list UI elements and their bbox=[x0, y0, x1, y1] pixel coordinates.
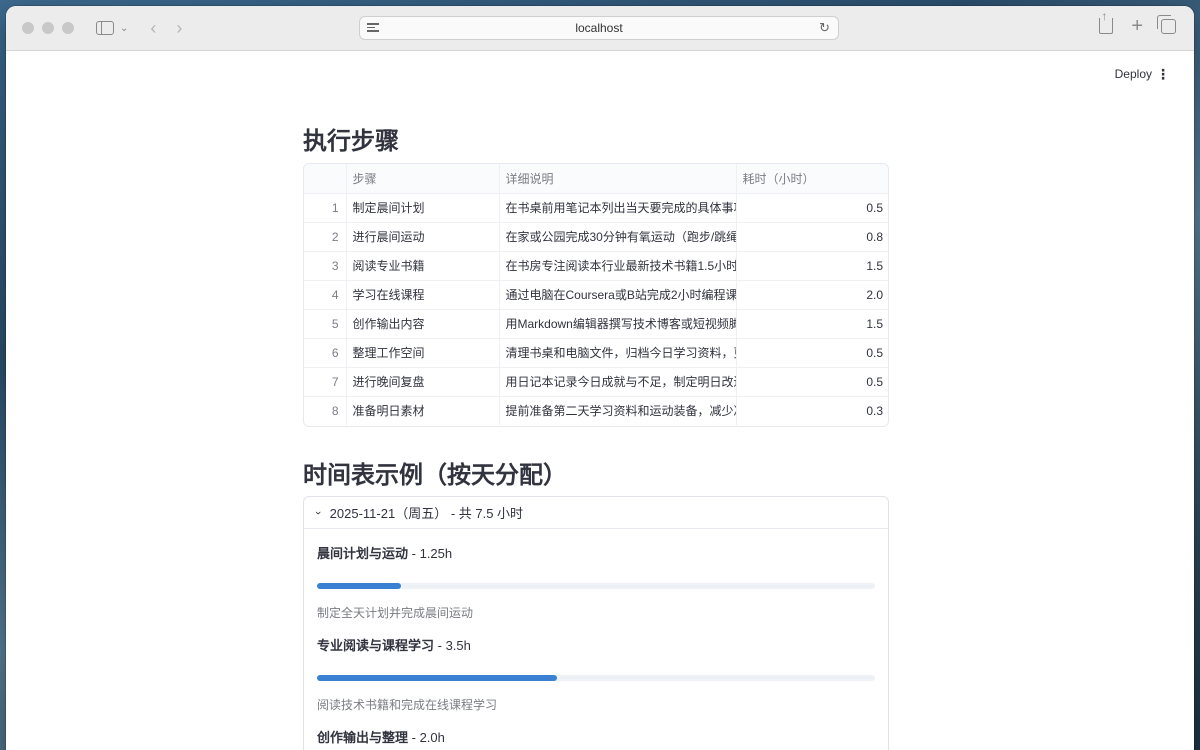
close-window-button[interactable] bbox=[22, 22, 34, 34]
tab-overview-icon[interactable] bbox=[1157, 14, 1176, 34]
detail-cell[interactable]: 通过电脑在Coursera或B站完成2小时编程课程 bbox=[499, 280, 737, 310]
step-cell[interactable]: 阅读专业书籍 bbox=[346, 251, 500, 281]
task-item: 创作输出与整理 - 2.0h bbox=[317, 727, 875, 746]
deploy-button[interactable]: Deploy bbox=[1115, 67, 1152, 81]
minimize-window-button[interactable] bbox=[42, 22, 54, 34]
row-index[interactable]: 1 bbox=[304, 193, 347, 223]
task-description: 制定全天计划并完成晨间运动 bbox=[317, 606, 474, 620]
task-name: 创作输出与整理 bbox=[317, 730, 409, 745]
task-hours: - 1.25h bbox=[408, 546, 453, 561]
step-cell[interactable]: 学习在线课程 bbox=[346, 280, 500, 310]
reload-icon[interactable]: ↻ bbox=[819, 20, 830, 36]
task-title: 晨间计划与运动 - 1.25h bbox=[317, 543, 875, 562]
column-header-hours[interactable]: 耗时（小时） bbox=[736, 164, 888, 194]
row-index[interactable]: 5 bbox=[304, 309, 347, 339]
hours-cell[interactable]: 0.5 bbox=[736, 367, 888, 397]
browser-toolbar: ⌄ ‹ › localhost ↻ + bbox=[6, 6, 1194, 51]
share-icon[interactable] bbox=[1099, 10, 1114, 34]
table-row[interactable]: 8 准备明日素材 提前准备第二天学习资料和运动装备，减少决 0.3 bbox=[304, 396, 888, 425]
row-index[interactable]: 6 bbox=[304, 338, 347, 368]
task-title: 专业阅读与课程学习 - 3.5h bbox=[317, 635, 875, 654]
task-title: 创作输出与整理 - 2.0h bbox=[317, 727, 875, 746]
detail-cell[interactable]: 清理书桌和电脑文件，归档今日学习资料，更 bbox=[499, 338, 737, 368]
window-controls bbox=[22, 22, 74, 34]
progress-fill bbox=[317, 675, 557, 681]
back-arrow-icon[interactable]: ‹ bbox=[150, 18, 156, 39]
table-header-row: 步骤 详细说明 耗时（小时） bbox=[304, 164, 888, 194]
expander-header[interactable]: › 2025-11-21（周五） - 共 7.5 小时 bbox=[304, 497, 888, 529]
progress-fill bbox=[317, 583, 401, 589]
hours-cell[interactable]: 1.5 bbox=[736, 309, 888, 339]
detail-cell[interactable]: 用Markdown编辑器撰写技术博客或短视频脚本 bbox=[499, 309, 737, 339]
hours-cell[interactable]: 1.5 bbox=[736, 251, 888, 281]
detail-cell[interactable]: 在书桌前用笔记本列出当天要完成的具体事项 bbox=[499, 193, 737, 223]
column-header-detail[interactable]: 详细说明 bbox=[499, 164, 737, 194]
hours-cell[interactable]: 2.0 bbox=[736, 280, 888, 310]
step-cell[interactable]: 进行晚间复盘 bbox=[346, 367, 500, 397]
day-expander: › 2025-11-21（周五） - 共 7.5 小时 晨间计划与运动 - 1.… bbox=[303, 496, 889, 750]
task-description: 阅读技术书籍和完成在线课程学习 bbox=[317, 698, 498, 712]
table-row[interactable]: 5 创作输出内容 用Markdown编辑器撰写技术博客或短视频脚本 1.5 bbox=[304, 309, 888, 339]
step-cell[interactable]: 整理工作空间 bbox=[346, 338, 500, 368]
task-name: 晨间计划与运动 bbox=[317, 546, 409, 561]
detail-cell[interactable]: 在家或公园完成30分钟有氧运动（跑步/跳绳） bbox=[499, 222, 737, 252]
step-cell[interactable]: 创作输出内容 bbox=[346, 309, 500, 339]
steps-table[interactable]: 步骤 详细说明 耗时（小时） 1 制定晨间计划 在书桌前用笔记本列出当天要完成的具体… bbox=[303, 163, 889, 427]
table-row[interactable]: 6 整理工作空间 清理书桌和电脑文件，归档今日学习资料，更 0.5 bbox=[304, 338, 888, 368]
day-header-label: 2025-11-21（周五） - 共 7.5 小时 bbox=[329, 506, 524, 521]
column-header-step[interactable]: 步骤 bbox=[346, 164, 500, 194]
progress-bar bbox=[317, 583, 875, 589]
hours-cell[interactable]: 0.5 bbox=[736, 338, 888, 368]
app-content: Deploy ⋮ 执行步骤 步骤 详细说明 耗时（小时） 1 制定晨间计划 在书… bbox=[6, 51, 1194, 750]
zoom-window-button[interactable] bbox=[62, 22, 74, 34]
table-row[interactable]: 2 进行晨间运动 在家或公园完成30分钟有氧运动（跑步/跳绳） 0.8 bbox=[304, 222, 888, 252]
steps-heading: 执行步骤 bbox=[303, 128, 399, 155]
kebab-icon[interactable]: ⋮ bbox=[1156, 67, 1170, 81]
detail-cell[interactable]: 用日记本记录今日成就与不足，制定明日改进 bbox=[499, 367, 737, 397]
detail-cell[interactable]: 在书房专注阅读本行业最新技术书籍1.5小时， bbox=[499, 251, 737, 281]
column-header-index[interactable] bbox=[304, 164, 347, 194]
hours-cell[interactable]: 0.8 bbox=[736, 222, 888, 252]
address-bar[interactable]: localhost ↻ bbox=[359, 16, 839, 40]
task-hours: - 2.0h bbox=[408, 730, 445, 745]
table-row[interactable]: 3 阅读专业书籍 在书房专注阅读本行业最新技术书籍1.5小时， 1.5 bbox=[304, 251, 888, 281]
new-tab-icon[interactable]: + bbox=[1131, 16, 1143, 36]
detail-cell[interactable]: 提前准备第二天学习资料和运动装备，减少决 bbox=[499, 396, 737, 425]
step-cell[interactable]: 进行晨间运动 bbox=[346, 222, 500, 252]
row-index[interactable]: 8 bbox=[304, 396, 347, 425]
schedule-heading: 时间表示例（按天分配） bbox=[303, 462, 567, 489]
task-item: 专业阅读与课程学习 - 3.5h 阅读技术书籍和完成在线课程学习 bbox=[317, 635, 875, 712]
table-row[interactable]: 1 制定晨间计划 在书桌前用笔记本列出当天要完成的具体事项 0.5 bbox=[304, 193, 888, 223]
task-item: 晨间计划与运动 - 1.25h 制定全天计划并完成晨间运动 bbox=[317, 543, 875, 620]
url-text: localhost bbox=[575, 21, 623, 35]
table-row[interactable]: 4 学习在线课程 通过电脑在Coursera或B站完成2小时编程课程 2.0 bbox=[304, 280, 888, 310]
toolbar-right: + bbox=[1099, 10, 1176, 36]
task-name: 专业阅读与课程学习 bbox=[317, 638, 435, 653]
sidebar-toggle-icon[interactable] bbox=[96, 21, 114, 35]
task-hours: - 3.5h bbox=[434, 638, 471, 653]
step-cell[interactable]: 制定晨间计划 bbox=[346, 193, 500, 223]
progress-bar bbox=[317, 675, 875, 681]
row-index[interactable]: 3 bbox=[304, 251, 347, 281]
chevron-down-icon[interactable]: › bbox=[312, 511, 324, 515]
row-index[interactable]: 7 bbox=[304, 367, 347, 397]
browser-window: ⌄ ‹ › localhost ↻ + Deploy ⋮ 执行步骤 bbox=[6, 6, 1194, 750]
row-index[interactable]: 2 bbox=[304, 222, 347, 252]
row-index[interactable]: 4 bbox=[304, 280, 347, 310]
forward-arrow-icon[interactable]: › bbox=[176, 18, 182, 39]
hours-cell[interactable]: 0.5 bbox=[736, 193, 888, 223]
step-cell[interactable]: 准备明日素材 bbox=[346, 396, 500, 425]
chevron-down-icon[interactable]: ⌄ bbox=[120, 23, 128, 34]
page-menu-icon[interactable] bbox=[367, 21, 379, 35]
hours-cell[interactable]: 0.3 bbox=[736, 396, 888, 425]
table-row[interactable]: 7 进行晚间复盘 用日记本记录今日成就与不足，制定明日改进 0.5 bbox=[304, 367, 888, 397]
